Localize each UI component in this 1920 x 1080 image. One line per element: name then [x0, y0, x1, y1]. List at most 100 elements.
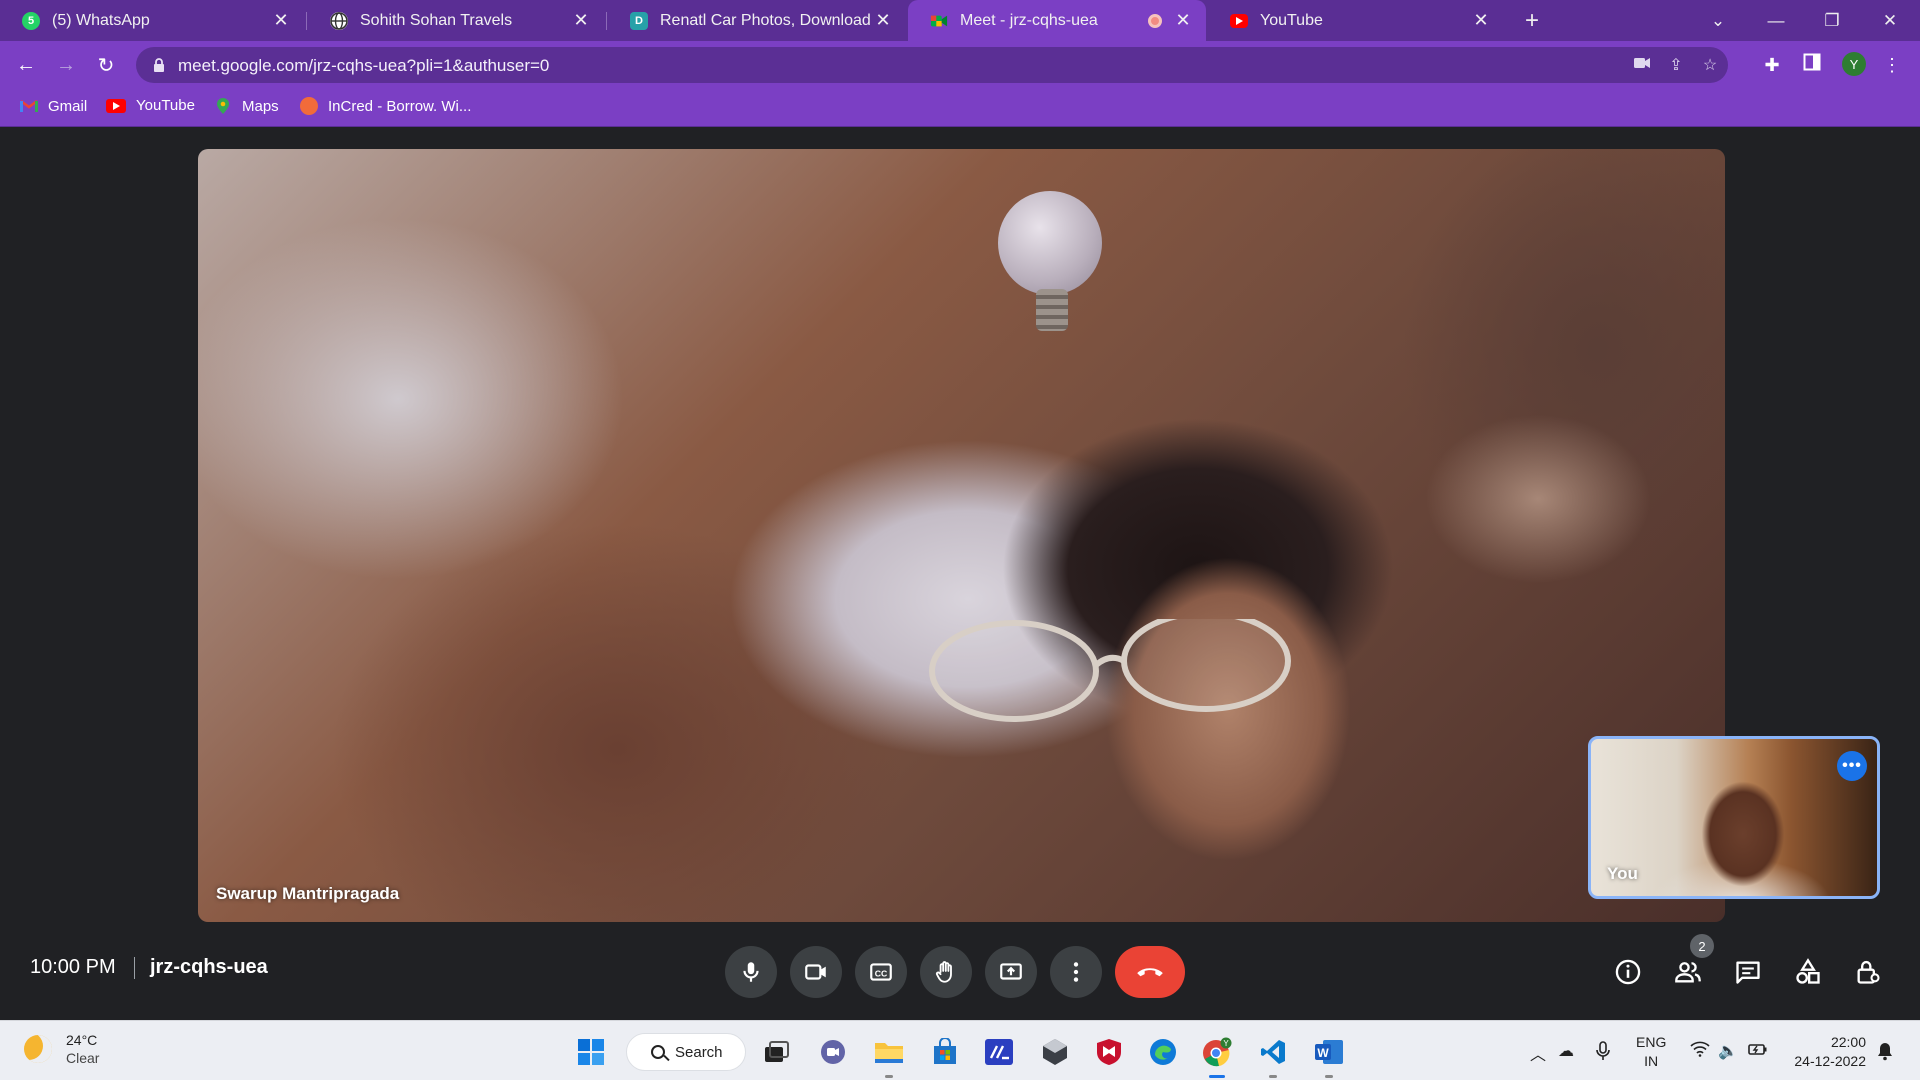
start-button[interactable]: [574, 1035, 608, 1069]
windows-taskbar: 24°C Clear Search Y W ︿ ☁ ENG IN 🔈 22:00…: [0, 1020, 1920, 1080]
bookmark-label: InCred - Borrow. Wi...: [328, 97, 472, 115]
close-tab-icon[interactable]: ✕: [272, 10, 290, 31]
code-app-button[interactable]: [982, 1035, 1016, 1069]
leave-call-button[interactable]: [1115, 946, 1185, 998]
lock-icon[interactable]: [150, 56, 168, 74]
back-button[interactable]: ←: [10, 49, 42, 81]
self-view-tile[interactable]: ••• You: [1588, 736, 1880, 899]
taskbar-search-box[interactable]: Search: [626, 1033, 746, 1071]
more-options-icon[interactable]: •••: [1837, 751, 1867, 781]
meet-call-area: Swarup Mantripragada ••• You 10:00 PM jr…: [0, 127, 1920, 1020]
people-button[interactable]: [1670, 954, 1706, 990]
bookmark-youtube[interactable]: YouTube: [106, 97, 195, 114]
word-icon: W: [1315, 1040, 1343, 1064]
unity-icon: [1043, 1039, 1067, 1065]
svg-text:W: W: [1317, 1046, 1329, 1060]
system-clock[interactable]: 22:00 24-12-2022: [1790, 1033, 1866, 1071]
share-icon[interactable]: ⇪: [1666, 56, 1686, 76]
youtube-icon: [106, 98, 126, 113]
tab-title: Renatl Car Photos, Download Fre: [660, 11, 874, 29]
browser-tab-strip: 5 (5) WhatsApp ✕ Sohith Sohan Travels ✕ …: [0, 0, 1920, 41]
microphone-button[interactable]: [725, 946, 777, 998]
microsoft-store-button[interactable]: [928, 1035, 962, 1069]
host-controls-button[interactable]: [1850, 954, 1886, 990]
camera-in-use-icon[interactable]: [1632, 56, 1652, 76]
wifi-icon[interactable]: [1690, 1041, 1710, 1062]
main-participant-video[interactable]: [198, 149, 1725, 922]
file-explorer-button[interactable]: [872, 1035, 906, 1078]
meeting-details-button[interactable]: [1610, 954, 1646, 990]
hand-icon: [935, 961, 952, 983]
edge-icon: [1150, 1039, 1176, 1065]
maps-icon: [214, 97, 232, 115]
self-name-label: You: [1607, 864, 1638, 883]
bookmark-maps[interactable]: Maps: [214, 97, 279, 115]
present-screen-button[interactable]: [985, 946, 1037, 998]
captions-button[interactable]: CC: [855, 946, 907, 998]
close-tab-icon[interactable]: ✕: [874, 10, 892, 31]
running-indicator: [1209, 1075, 1225, 1078]
weather-condition: Clear: [66, 1050, 100, 1066]
new-tab-button[interactable]: +: [1504, 0, 1560, 41]
close-tab-icon[interactable]: ✕: [1174, 10, 1192, 31]
svg-text:CC: CC: [875, 968, 888, 978]
tab-rental-car-photos[interactable]: D Renatl Car Photos, Download Fre ✕: [608, 0, 906, 41]
more-options-button[interactable]: [1050, 946, 1102, 998]
bookmark-incred[interactable]: InCred - Borrow. Wi...: [300, 97, 471, 115]
tab-search-chevron-icon[interactable]: ⌄: [1690, 0, 1746, 41]
edge-button[interactable]: [1146, 1035, 1180, 1069]
chrome-profile-badge: Y: [1223, 1039, 1229, 1048]
task-view-button[interactable]: [760, 1035, 794, 1069]
tab-sohith-sohan-travels[interactable]: Sohith Sohan Travels ✕: [308, 0, 604, 41]
tab-google-meet[interactable]: Meet - jrz-cqhs-uea ✕: [908, 0, 1206, 41]
close-tab-icon[interactable]: ✕: [572, 10, 590, 31]
vscode-icon: [1261, 1040, 1285, 1064]
tab-whatsapp[interactable]: 5 (5) WhatsApp ✕: [0, 0, 304, 41]
notifications-bell-icon[interactable]: [1876, 1041, 1894, 1066]
tab-title: Meet - jrz-cqhs-uea: [960, 11, 1098, 29]
microphone-tray-icon[interactable]: [1596, 1041, 1610, 1066]
bookmark-star-icon[interactable]: ☆: [1700, 56, 1720, 76]
vscode-button[interactable]: [1256, 1035, 1290, 1078]
chat-button[interactable]: [1730, 954, 1766, 990]
tab-separator: [306, 12, 307, 30]
input-language-indicator[interactable]: ENG IN: [1636, 1033, 1666, 1071]
volume-icon[interactable]: 🔈: [1718, 1041, 1738, 1061]
unity-button[interactable]: [1038, 1035, 1072, 1069]
close-tab-icon[interactable]: ✕: [1472, 10, 1490, 31]
weather-temperature: 24°C: [66, 1032, 98, 1048]
forward-button[interactable]: →: [50, 49, 82, 81]
word-button[interactable]: W: [1312, 1035, 1346, 1078]
chrome-menu-icon[interactable]: ⋮: [1880, 53, 1904, 77]
meet-control-bar: 10:00 PM jrz-cqhs-uea CC 2: [0, 922, 1920, 1020]
side-panel-icon[interactable]: [1800, 53, 1824, 77]
language-region: IN: [1644, 1053, 1659, 1069]
chrome-button[interactable]: Y: [1200, 1035, 1234, 1078]
bookmark-gmail[interactable]: Gmail: [20, 97, 87, 115]
show-hidden-icons-chevron-icon[interactable]: ︿: [1530, 1041, 1546, 1065]
activities-button[interactable]: [1790, 954, 1826, 990]
tab-title: Sohith Sohan Travels: [360, 11, 513, 29]
teams-chat-button[interactable]: [816, 1035, 850, 1069]
close-window-button[interactable]: ✕: [1862, 0, 1918, 41]
address-bar[interactable]: meet.google.com/jrz-cqhs-uea?pli=1&authu…: [136, 47, 1728, 83]
code-app-icon: [985, 1039, 1013, 1065]
onedrive-cloud-icon[interactable]: ☁: [1558, 1041, 1574, 1061]
battery-charging-icon[interactable]: [1748, 1041, 1768, 1062]
camera-button[interactable]: [790, 946, 842, 998]
raise-hand-button[interactable]: [920, 946, 972, 998]
profile-avatar[interactable]: Y: [1842, 52, 1866, 76]
url-text: meet.google.com/jrz-cqhs-uea?pli=1&authu…: [178, 56, 550, 75]
task-view-icon: [765, 1041, 789, 1062]
running-indicator: [1269, 1075, 1277, 1078]
reload-button[interactable]: ↻: [90, 49, 122, 81]
restore-button[interactable]: ❐: [1804, 0, 1860, 41]
mcafee-button[interactable]: [1092, 1035, 1126, 1069]
whatsapp-icon: 5: [22, 11, 40, 30]
weather-widget[interactable]: 24°C Clear: [24, 1031, 99, 1067]
minimize-button[interactable]: —: [1748, 0, 1804, 41]
extensions-puzzle-icon[interactable]: ✚: [1760, 53, 1784, 77]
bookmark-label: YouTube: [136, 97, 195, 114]
activities-shapes-icon: [1796, 958, 1820, 984]
tab-youtube[interactable]: YouTube ✕: [1208, 0, 1504, 41]
